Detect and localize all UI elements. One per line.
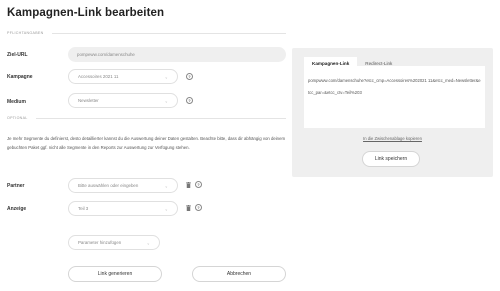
section-divider	[36, 118, 286, 119]
partner-value: Bitte auswählen oder eingeben	[78, 183, 139, 188]
medium-value: Newsletter	[78, 98, 99, 103]
medium-help-icon[interactable]: ?	[186, 97, 193, 104]
generated-url-text: pompwww.com/damenschuhe?etcc_cmp=Accesso…	[304, 66, 485, 128]
add-parameter-select[interactable]: Parameter hinzufügen ⌄	[68, 235, 160, 250]
ad-help-icon[interactable]: ?	[195, 204, 202, 211]
campaign-label: Kampagne	[7, 74, 33, 80]
target-url-value: pompeww.com/damenschuhe	[77, 52, 135, 57]
section-divider	[52, 33, 286, 34]
trash-icon[interactable]	[186, 205, 191, 211]
ad-value: Teil 3	[78, 206, 89, 211]
ad-label: Anzeige	[7, 206, 27, 212]
optional-info-text: Je mehr Segmente du definierst, desto de…	[7, 136, 286, 150]
section-optional-heading: OPTIONAL	[7, 116, 28, 120]
partner-help-icon[interactable]: ?	[195, 181, 202, 188]
partner-label: Partner	[7, 183, 25, 189]
chevron-down-icon: ⌄	[164, 205, 168, 211]
save-link-button[interactable]: Link speichern	[362, 151, 420, 167]
chevron-down-icon: ⌄	[164, 182, 168, 188]
add-parameter-label: Parameter hinzufügen	[78, 240, 122, 245]
target-url-input[interactable]: pompeww.com/damenschuhe	[68, 47, 286, 62]
campaign-help-icon[interactable]: ?	[186, 73, 193, 80]
chevron-down-icon: ⌄	[146, 239, 150, 245]
campaign-value: Accessoires 2021 11	[78, 74, 119, 79]
medium-label: Medium	[7, 99, 26, 105]
chevron-down-icon: ⌄	[164, 97, 168, 103]
chevron-down-icon: ⌄	[164, 73, 168, 79]
ad-select[interactable]: Teil 3 ⌄	[68, 201, 178, 216]
medium-select[interactable]: Newsletter ⌄	[68, 93, 178, 108]
section-required-heading: PFLICHTANGABEN	[7, 31, 44, 35]
copy-to-clipboard-link[interactable]: In die Zwischenablage kopieren	[292, 136, 493, 141]
target-url-label: Ziel-URL	[7, 52, 28, 58]
campaign-select[interactable]: Accessoires 2021 11 ⌄	[68, 69, 178, 84]
cancel-button[interactable]: Abbrechen	[192, 266, 286, 282]
partner-select[interactable]: Bitte auswählen oder eingeben ⌄	[68, 178, 178, 193]
page-title: Kampagnen-Link bearbeiten	[7, 7, 165, 19]
generate-link-button[interactable]: Link generieren	[68, 266, 162, 282]
trash-icon[interactable]	[186, 182, 191, 188]
